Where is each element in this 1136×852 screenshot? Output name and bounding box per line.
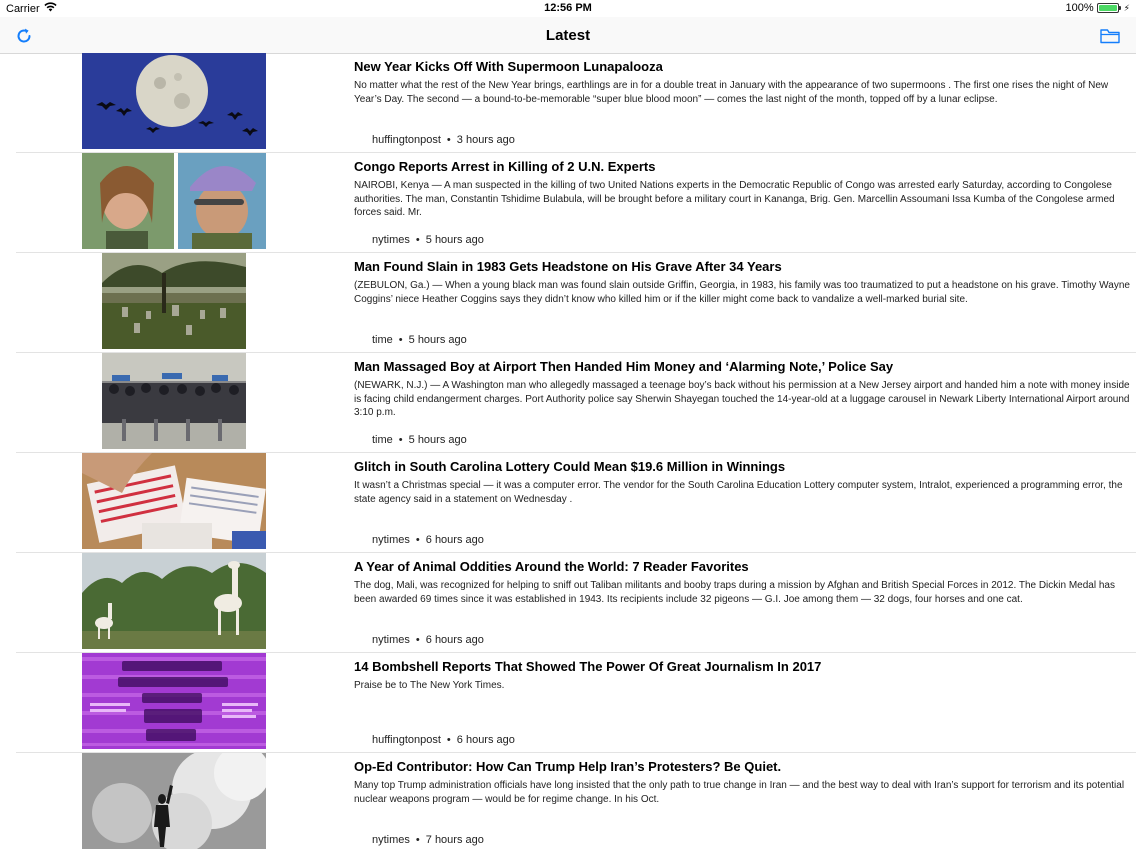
folder-icon [1100,29,1120,44]
article-summary: It wasn’t a Christmas special — it was a… [354,480,1123,505]
article-row[interactable]: 14 Bombshell Reports That Showed The Pow… [16,653,1136,753]
article-thumbnail-supermoon [82,53,266,149]
article-meta: nytimes • 6 hours ago [372,634,484,646]
status-right: 100% ⚡ [1066,2,1130,14]
separator-dot: • [415,634,420,646]
article-summary: No matter what the rest of the New Year … [354,80,1109,105]
article-time: 5 hours ago [408,434,467,446]
article-title: Man Found Slain in 1983 Gets Headstone o… [354,259,782,274]
article-title: New Year Kicks Off With Supermoon Lunapa… [354,59,663,74]
article-summary: Many top Trump administration officials … [354,780,1125,805]
article-time: 5 hours ago [408,334,467,346]
article-meta: time • 5 hours ago [372,334,467,346]
article-summary: The dog, Mali, was recognized for helpin… [354,580,1115,605]
article-meta: huffingtonpost • 3 hours ago [372,134,515,146]
separator-dot: • [446,134,451,146]
article-meta: nytimes • 5 hours ago [372,234,484,246]
article-thumbnail-cemetery [102,253,246,349]
article-row[interactable]: A Year of Animal Oddities Around the Wor… [16,553,1136,653]
article-row[interactable]: Man Massaged Boy at Airport Then Handed … [16,353,1136,453]
article-list: New Year Kicks Off With Supermoon Lunapa… [0,53,1136,852]
article-meta: nytimes • 7 hours ago [372,834,484,846]
article-time: 6 hours ago [425,634,484,646]
article-time: 6 hours ago [425,534,484,546]
article-meta: time • 5 hours ago [372,434,467,446]
battery-icon [1096,3,1121,13]
article-source: huffingtonpost [372,134,441,146]
article-thumbnail-portraits [82,153,266,249]
article-source: nytimes [372,834,410,846]
article-title: Glitch in South Carolina Lottery Could M… [354,459,786,474]
article-source: time [372,434,393,446]
article-time: 7 hours ago [425,834,484,846]
article-summary: (NEWARK, N.J.) — A Washington man who al… [354,380,1130,418]
separator-dot: • [446,734,451,746]
article-source: nytimes [372,634,410,646]
folder-button[interactable] [1098,24,1122,48]
status-time: 12:56 PM [544,2,592,14]
article-summary: (ZEBULON, Ga.) — When a young black man … [354,280,1130,305]
separator-dot: • [415,534,420,546]
article-thumbnail-lottery [82,453,266,549]
page-title: Latest [545,27,591,44]
charging-icon: ⚡ [1123,2,1130,13]
separator-dot: • [398,434,403,446]
article-source: huffingtonpost [372,734,441,746]
article-row[interactable]: Congo Reports Arrest in Killing of 2 U.N… [16,153,1136,253]
article-meta: nytimes • 6 hours ago [372,534,484,546]
article-thumbnail-protester [82,753,266,849]
article-time: 6 hours ago [456,734,515,746]
article-summary: NAIROBI, Kenya — A man suspected in the … [354,180,1115,218]
article-time: 3 hours ago [456,134,515,146]
article-thumbnail-giraffes [82,553,266,649]
article-row[interactable]: New Year Kicks Off With Supermoon Lunapa… [16,53,1136,153]
article-title: Man Massaged Boy at Airport Then Handed … [354,359,894,374]
battery-percent: 100% [1065,2,1094,14]
navigation-bar: Latest [0,17,1136,54]
article-row[interactable]: Man Found Slain in 1983 Gets Headstone o… [16,253,1136,353]
status-bar: Carrier 12:56 PM 100% ⚡ [0,0,1136,17]
separator-dot: • [415,834,420,846]
article-meta: huffingtonpost • 6 hours ago [372,734,515,746]
separator-dot: • [398,334,403,346]
article-row[interactable]: Glitch in South Carolina Lottery Could M… [16,453,1136,553]
article-source: nytimes [372,234,410,246]
article-thumbnail-airport [102,353,246,449]
article-row[interactable]: Op-Ed Contributor: How Can Trump Help Ir… [16,753,1136,852]
article-source: time [372,334,393,346]
article-source: nytimes [372,534,410,546]
article-title: A Year of Animal Oddities Around the Wor… [354,559,749,574]
article-thumbnail-mastheads [82,653,266,749]
article-time: 5 hours ago [425,234,484,246]
separator-dot: • [415,234,420,246]
article-title: 14 Bombshell Reports That Showed The Pow… [354,659,822,674]
article-title: Congo Reports Arrest in Killing of 2 U.N… [354,159,656,174]
article-summary: Praise be to The New York Times. [354,680,505,691]
article-title: Op-Ed Contributor: How Can Trump Help Ir… [354,759,782,774]
